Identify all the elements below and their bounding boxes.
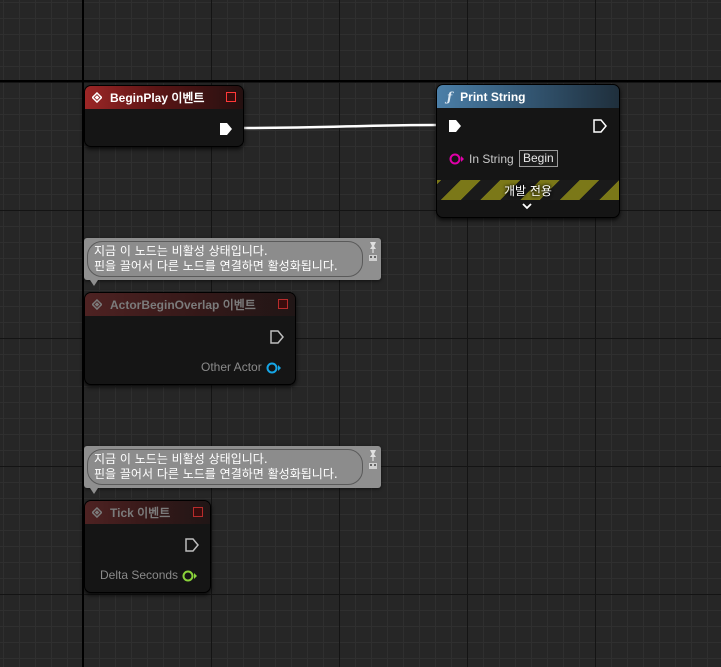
tick-event-node[interactable]: Tick 이벤트 Delta Seconds (84, 500, 211, 593)
node-header[interactable]: BeginPlay 이벤트 (85, 86, 243, 109)
bubble-tail (90, 488, 98, 494)
print-string-node[interactable]: ƒ Print String In String Begin 개발 전용 (436, 84, 620, 218)
object-pin-icon[interactable] (266, 362, 282, 374)
disabled-node-comment[interactable]: 지금 이 노드는 비활성 상태입니다. 핀을 끌어서 다른 노드를 연결하면 활… (84, 238, 381, 286)
in-string-input[interactable]: Begin (519, 150, 558, 167)
pin-comment-icon[interactable] (367, 240, 379, 262)
development-only-label: 개발 전용 (504, 184, 552, 198)
comment-text: 지금 이 노드는 비활성 상태입니다. 핀을 끌어서 다른 노드를 연결하면 활… (87, 241, 363, 277)
node-header[interactable]: Tick 이벤트 (85, 501, 210, 524)
float-pin-icon[interactable] (182, 570, 198, 582)
exec-in-pin-icon[interactable] (448, 119, 462, 133)
node-title: ActorBeginOverlap 이벤트 (110, 298, 256, 312)
disabled-node-comment[interactable]: 지금 이 노드는 비활성 상태입니다. 핀을 끌어서 다른 노드를 연결하면 활… (84, 446, 381, 494)
event-diamond-icon (92, 507, 102, 518)
comment-line-2: 핀을 끌어서 다른 노드를 연결하면 활성화됩니다. (94, 467, 338, 481)
exec-out-pin-icon[interactable] (185, 538, 199, 552)
function-icon: ƒ (447, 89, 453, 104)
delegate-output-icon[interactable] (278, 299, 288, 309)
exec-out-pin-icon[interactable] (219, 122, 233, 136)
node-header[interactable]: ActorBeginOverlap 이벤트 (85, 293, 295, 316)
string-pin-icon[interactable] (449, 153, 465, 165)
exec-out-pin-icon[interactable] (593, 119, 607, 133)
exec-out-pin-icon[interactable] (270, 330, 284, 344)
pin-comment-icon[interactable] (367, 448, 379, 470)
delta-seconds-label: Delta Seconds (100, 568, 179, 582)
chevron-down-icon[interactable] (521, 201, 533, 211)
node-title: BeginPlay 이벤트 (110, 91, 205, 105)
in-string-label: In String (469, 152, 514, 166)
event-diamond-icon (92, 299, 102, 310)
actor-begin-overlap-event-node[interactable]: ActorBeginOverlap 이벤트 Other Actor (84, 292, 296, 385)
node-header[interactable]: ƒ Print String (437, 85, 619, 108)
delegate-output-icon[interactable] (193, 507, 203, 517)
delegate-output-icon[interactable] (226, 92, 236, 102)
comment-line-1: 지금 이 노드는 비활성 상태입니다. (94, 452, 268, 466)
bubble-tail (90, 280, 98, 286)
comment-line-2: 핀을 끌어서 다른 노드를 연결하면 활성화됩니다. (94, 259, 338, 273)
event-diamond-icon (92, 92, 102, 103)
beginplay-event-node[interactable]: BeginPlay 이벤트 (84, 85, 244, 147)
node-title: Print String (460, 89, 526, 104)
node-title: Tick 이벤트 (110, 506, 171, 520)
other-actor-label: Other Actor (201, 360, 262, 374)
comment-text: 지금 이 노드는 비활성 상태입니다. 핀을 끌어서 다른 노드를 연결하면 활… (87, 449, 363, 485)
comment-line-1: 지금 이 노드는 비활성 상태입니다. (94, 244, 268, 258)
